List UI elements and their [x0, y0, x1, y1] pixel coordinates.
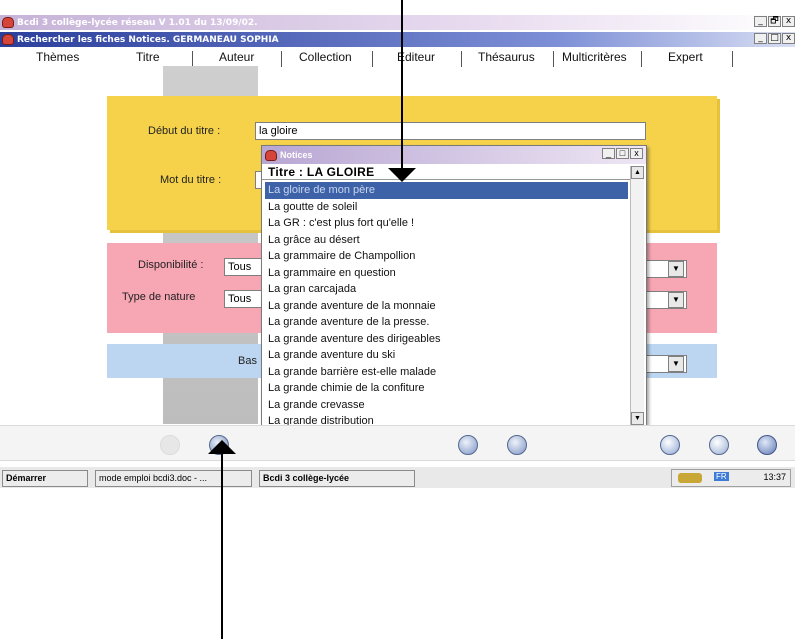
help-icon[interactable]: [757, 435, 777, 455]
debut-titre-input[interactable]: la gloire: [255, 122, 646, 140]
list-item[interactable]: La grande crevasse: [265, 397, 628, 414]
start-button[interactable]: Démarrer: [2, 470, 88, 487]
minimize-button[interactable]: _: [602, 148, 615, 159]
disabled-circle-icon: [160, 435, 180, 455]
app-title-bar: Bcdi 3 collège-lycée réseau V 1.01 du 13…: [0, 15, 795, 30]
bcdi-app-icon: [2, 17, 14, 28]
annotation-arrow-line: [221, 452, 223, 639]
subwindow-title: Rechercher les fiches Notices. GERMANEAU…: [17, 34, 279, 45]
subwindow-title-bar: Rechercher les fiches Notices. GERMANEAU…: [0, 32, 795, 47]
tab-divider: [372, 51, 373, 67]
notices-popup-title-bar: Notices _ □ x: [262, 146, 646, 164]
list-item[interactable]: La gloire de mon père: [265, 182, 628, 199]
tab-divider: [192, 51, 193, 67]
tab-divider: [281, 51, 282, 67]
previous-icon[interactable]: [458, 435, 478, 455]
tab-titre[interactable]: Titre: [136, 50, 160, 64]
list-item[interactable]: La grâce au désert: [265, 232, 628, 249]
tab-divider: [553, 51, 554, 67]
list-item[interactable]: La GR : c'est plus fort qu'elle !: [265, 215, 628, 232]
list-item[interactable]: La goutte de soleil: [265, 199, 628, 216]
notices-popup: Notices _ □ x Titre : LA GLOIRE La gloir…: [261, 145, 647, 428]
clock: 13:37: [763, 472, 786, 482]
minimize-button[interactable]: _: [754, 16, 767, 27]
windows-taskbar: Démarrer mode emploi bcdi3.doc - ... Bcd…: [0, 466, 795, 488]
chevron-down-icon[interactable]: ▼: [668, 261, 684, 277]
title-list: La gloire de mon père La goutte de soleil…: [265, 182, 628, 430]
notices-popup-title: Notices: [280, 150, 313, 160]
minimize-button[interactable]: _: [754, 33, 767, 44]
app-window-controls: _ 🗗 x: [754, 16, 795, 27]
system-tray: FR 13:37: [671, 469, 791, 487]
vertical-scrollbar[interactable]: ▲ ▼: [630, 166, 644, 425]
disponibilite-select[interactable]: Tous: [224, 258, 264, 276]
tab-collection[interactable]: Collection: [299, 50, 352, 64]
disponibilite-label: Disponibilité :: [138, 259, 204, 271]
maximize-button[interactable]: □: [768, 33, 781, 44]
restore-button[interactable]: 🗗: [768, 16, 781, 27]
close-button[interactable]: x: [782, 16, 795, 27]
close-button[interactable]: x: [630, 148, 643, 159]
list-item[interactable]: La grammaire en question: [265, 265, 628, 282]
list-item[interactable]: La grande aventure de la monnaie: [265, 298, 628, 315]
subwindow-controls: _ □ x: [754, 33, 795, 44]
tab-divider: [732, 51, 733, 67]
next-icon[interactable]: [507, 435, 527, 455]
app-title: Bcdi 3 collège-lycée réseau V 1.01 du 13…: [17, 17, 258, 28]
type-nature-label: Type de nature: [122, 291, 196, 303]
popup-window-controls: _ □ x: [602, 148, 643, 159]
type-nature-select[interactable]: Tous: [224, 290, 264, 308]
tab-auteur[interactable]: Auteur: [219, 50, 254, 64]
tab-divider: [641, 51, 642, 67]
arrow-head-icon: [388, 168, 416, 182]
mot-titre-label: Mot du titre :: [160, 174, 222, 186]
list-item[interactable]: La grande aventure de la presse.: [265, 314, 628, 331]
tab-thesaurus[interactable]: Thésaurus: [478, 50, 535, 64]
annotation-arrow-line: [401, 0, 403, 171]
debut-titre-label: Début du titre :: [148, 125, 221, 137]
bcdi-app-icon: [2, 34, 14, 45]
scroll-down-icon[interactable]: ▼: [631, 412, 644, 425]
task-word-document[interactable]: mode emploi bcdi3.doc - ...: [95, 470, 252, 487]
list-item[interactable]: La gran carcajada: [265, 281, 628, 298]
search-tabs: Thèmes Titre Auteur Collection Editeur T…: [0, 48, 795, 72]
close-circle-icon[interactable]: [709, 435, 729, 455]
scroll-up-icon[interactable]: ▲: [631, 166, 644, 179]
list-item[interactable]: La grande aventure des dirigeables: [265, 331, 628, 348]
list-header: Titre : LA GLOIRE: [262, 164, 632, 180]
chevron-down-icon[interactable]: ▼: [668, 356, 684, 372]
tab-themes[interactable]: Thèmes: [36, 50, 79, 64]
document-icon[interactable]: [660, 435, 680, 455]
tab-multicriteres[interactable]: Multicritères: [562, 50, 627, 64]
task-bcdi[interactable]: Bcdi 3 collège-lycée: [259, 470, 415, 487]
bottom-toolbar: [0, 425, 795, 461]
tab-divider: [461, 51, 462, 67]
arrow-head-icon: [208, 440, 236, 454]
list-item[interactable]: La grammaire de Champollion: [265, 248, 628, 265]
list-item[interactable]: La grande aventure du ski: [265, 347, 628, 364]
bcdi-app-icon: [265, 149, 277, 161]
close-button[interactable]: x: [782, 33, 795, 44]
tray-network-icon[interactable]: [678, 473, 702, 483]
language-indicator[interactable]: FR: [714, 472, 729, 481]
list-item[interactable]: La grande chimie de la confiture: [265, 380, 628, 397]
base-label: Bas: [238, 355, 257, 367]
list-item[interactable]: La grande barrière est-elle malade: [265, 364, 628, 381]
chevron-down-icon[interactable]: ▼: [668, 292, 684, 308]
maximize-button[interactable]: □: [616, 148, 629, 159]
tab-expert[interactable]: Expert: [668, 50, 703, 64]
